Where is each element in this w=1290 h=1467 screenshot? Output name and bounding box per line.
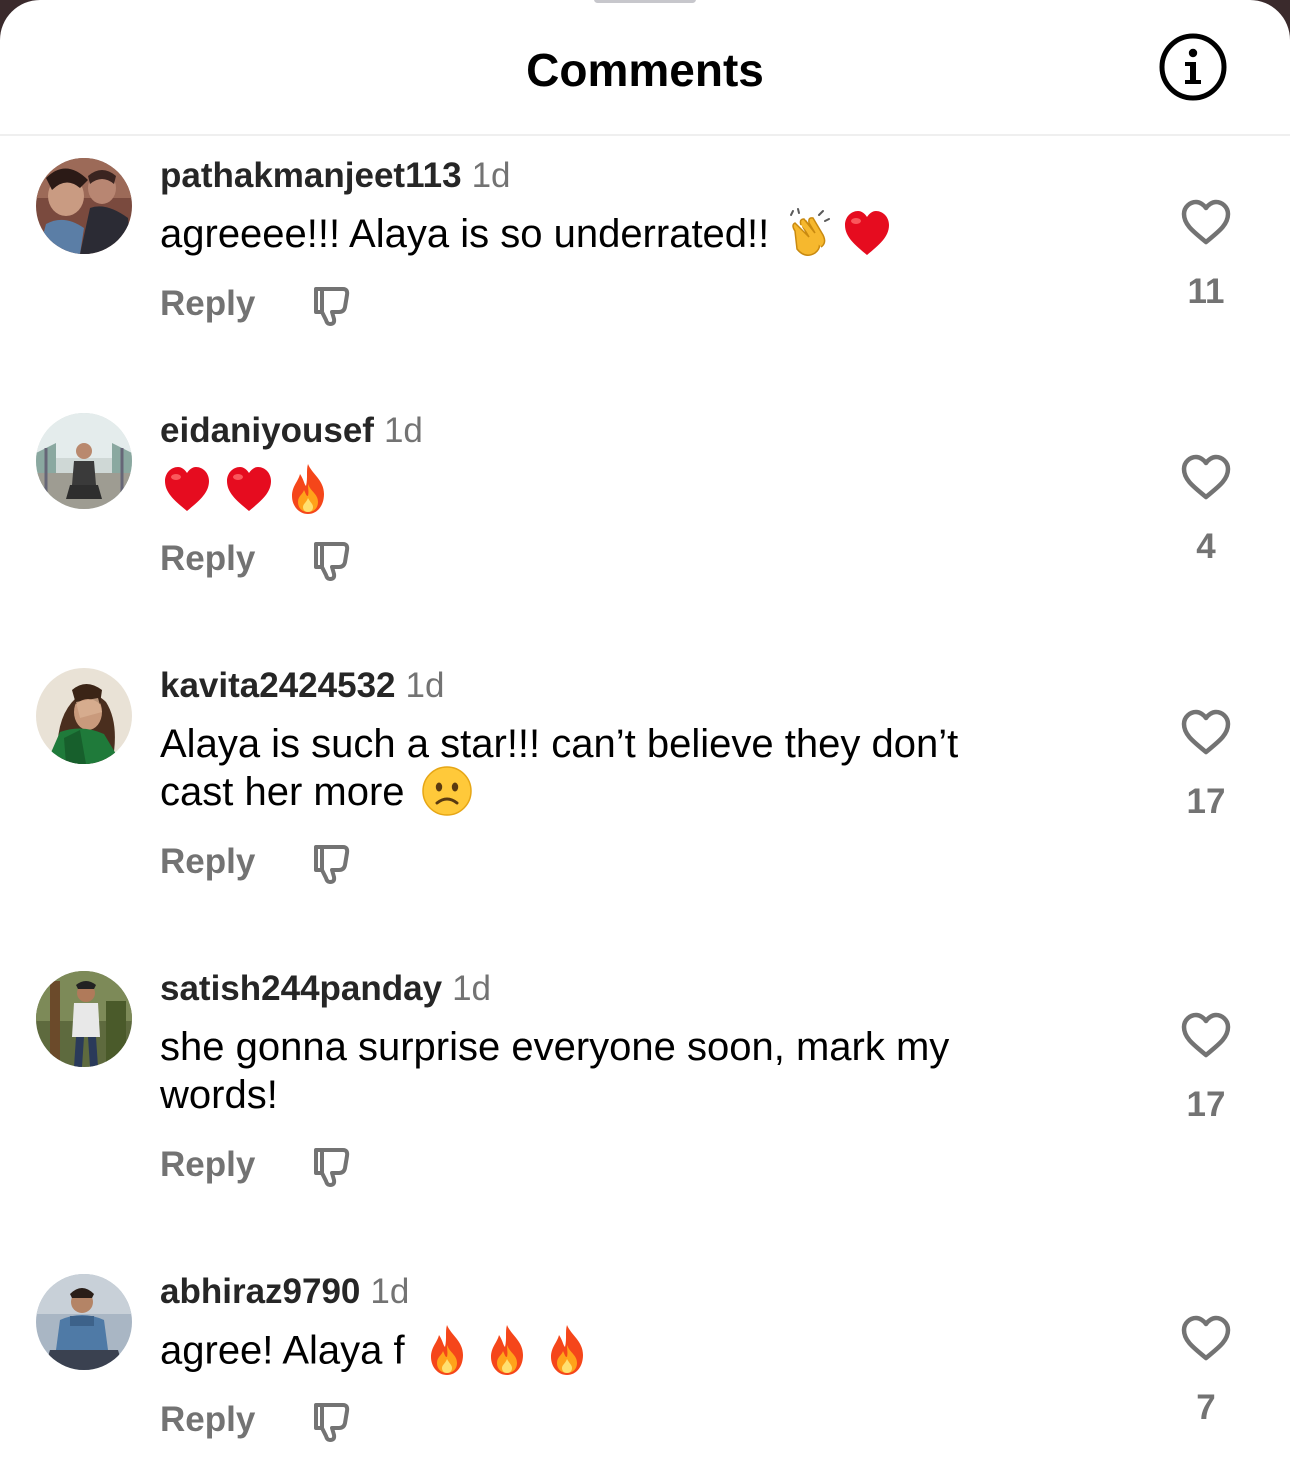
comment-username[interactable]: kavita2424532	[160, 666, 396, 705]
avatar[interactable]	[36, 971, 132, 1067]
like-count: 17	[1186, 1085, 1226, 1124]
like-count: 17	[1186, 782, 1226, 821]
comment-time: 1d	[405, 666, 445, 705]
like-heart-icon[interactable]	[1180, 708, 1232, 756]
comment-text: she gonna surprise everyone soon, mark m…	[160, 1023, 1060, 1119]
comment-text-line: she gonna surprise everyone soon, mark m…	[160, 1025, 950, 1069]
like-heart-icon[interactable]	[1180, 198, 1232, 246]
comment-username[interactable]: pathakmanjeet113	[160, 156, 462, 195]
comment-time: 1d	[383, 411, 423, 450]
fire-emoji	[483, 1323, 531, 1377]
dislike-icon[interactable]	[307, 536, 353, 582]
avatar[interactable]	[36, 158, 132, 254]
comment-username[interactable]: eidaniyousef	[160, 411, 374, 450]
clapping-hands-emoji	[781, 207, 833, 259]
dislike-icon[interactable]	[307, 839, 353, 885]
avatar[interactable]	[36, 1274, 132, 1370]
comment-text: agreeee!!! Alaya is so underrated!!	[160, 207, 1060, 262]
red-heart-emoji	[222, 463, 276, 515]
like-heart-icon[interactable]	[1180, 453, 1232, 501]
red-heart-emoji	[841, 207, 893, 259]
comment-time: 1d	[471, 156, 511, 195]
info-icon[interactable]	[1158, 32, 1228, 102]
comment-text: Alaya is such a star!!! can’t believe th…	[160, 720, 1060, 820]
comment-username[interactable]: satish244panday	[160, 969, 442, 1008]
comment-text-line: cast her more	[160, 770, 405, 814]
fire-emoji	[543, 1323, 591, 1377]
reply-button[interactable]: Reply	[160, 838, 255, 886]
fire-emoji	[423, 1323, 471, 1377]
slightly-frowning-face-emoji	[421, 765, 473, 817]
like-count: 7	[1196, 1388, 1216, 1427]
red-heart-emoji	[160, 463, 214, 515]
like-count: 4	[1196, 527, 1216, 566]
comment-text-line: agree! Alaya f	[160, 1328, 405, 1373]
comment-text-line: agreeee!!! Alaya is so underrated!!	[160, 212, 770, 256]
reply-button[interactable]: Reply	[160, 535, 255, 583]
comment-time: 1d	[370, 1272, 410, 1311]
comments-header: Comments	[0, 0, 1290, 136]
avatar[interactable]	[36, 413, 132, 509]
comment-username[interactable]: abhiraz9790	[160, 1272, 360, 1311]
like-count: 11	[1187, 272, 1225, 311]
comment-text	[160, 462, 1060, 519]
like-heart-icon[interactable]	[1180, 1011, 1232, 1059]
dislike-icon[interactable]	[307, 281, 353, 327]
page-title: Comments	[526, 44, 764, 96]
like-heart-icon[interactable]	[1180, 1314, 1232, 1362]
dislike-icon[interactable]	[307, 1142, 353, 1188]
comment-text: agree! Alaya f	[160, 1323, 1060, 1380]
avatar[interactable]	[36, 668, 132, 764]
comment-text-line: words!	[160, 1073, 278, 1117]
reply-button[interactable]: Reply	[160, 280, 255, 328]
comment-time: 1d	[452, 969, 492, 1008]
comment-text-line: Alaya is such a star!!! can’t believe th…	[160, 722, 959, 766]
reply-button[interactable]: Reply	[160, 1141, 255, 1189]
comments-sheet: Comments pathakmanjeet113 1d agreeee!!! …	[0, 0, 1290, 1467]
dislike-icon[interactable]	[307, 1397, 353, 1443]
fire-emoji	[284, 462, 332, 516]
reply-button[interactable]: Reply	[160, 1396, 255, 1444]
